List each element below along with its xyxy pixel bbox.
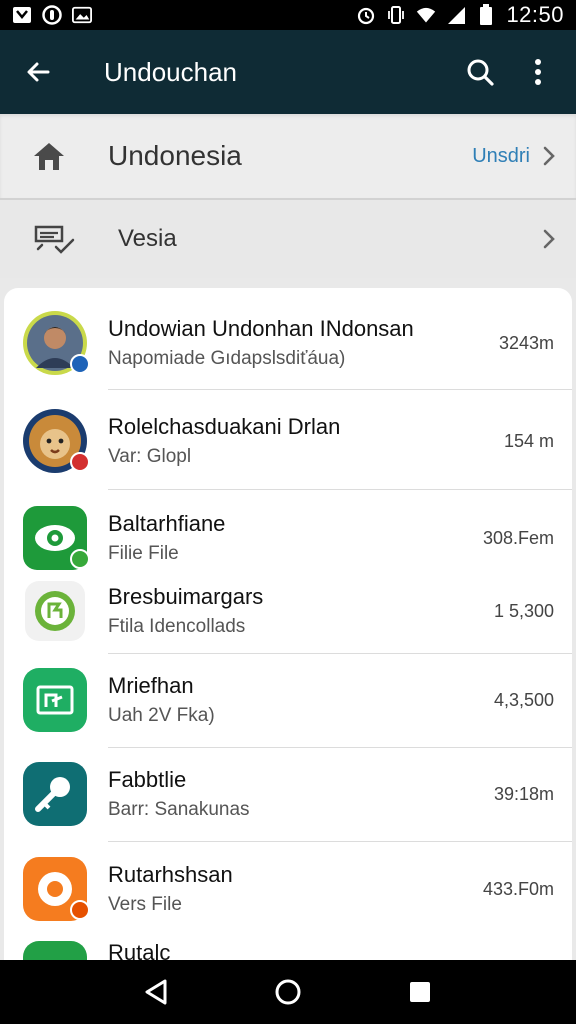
list-item[interactable]: Bresbuimargars Ftila Idencollads 1 5,300 <box>4 572 572 650</box>
leaf-app-icon <box>22 578 88 644</box>
whatsapp-icon <box>42 5 62 25</box>
list-item[interactable]: Rutarhshsan Vers File 433.F0m <box>4 842 572 936</box>
key-app-icon <box>22 761 88 827</box>
back-button[interactable] <box>16 50 60 94</box>
circle-home-icon <box>275 979 301 1005</box>
divider <box>108 489 572 490</box>
item-subtitle: Var: Glopl <box>108 446 192 467</box>
item-title: Rolelchasduakani Drlan <box>108 414 341 439</box>
lion-avatar <box>22 408 90 474</box>
item-title: Baltarhfiane <box>108 511 226 536</box>
image-icon <box>72 5 92 25</box>
battery-icon <box>476 4 496 25</box>
notification-icon <box>12 5 32 25</box>
item-subtitle: Filie File <box>108 543 179 564</box>
list-item[interactable]: Fabbtlie Barr: Sanakunas 39:18m <box>4 748 572 840</box>
item-size: 4,3,500 <box>493 689 554 710</box>
item-size: 308.Fem <box>482 527 554 548</box>
home-icon <box>34 143 64 170</box>
item-subtitle: Uah 2V Fka) <box>108 705 215 726</box>
search-icon <box>467 59 494 86</box>
item-title: Undowian Undonhan INdonsan <box>108 316 414 341</box>
list-item[interactable]: Mriefhan Uah 2V Fka) 4,3,500 <box>4 654 572 746</box>
overflow-menu-button[interactable] <box>516 50 560 94</box>
item-badge <box>70 354 90 374</box>
item-title: Rutarhshsan <box>108 862 233 887</box>
item-subtitle: Barr: Sanakunas <box>108 799 250 820</box>
item-subtitle: Napomiade Gıdapslsdiťáua) <box>108 348 346 369</box>
search-button[interactable] <box>458 50 502 94</box>
item-size: 39:18m <box>493 783 554 804</box>
profile-avatar <box>22 310 90 376</box>
app-list-card: Undowian Undonhan INdonsan Napomiade Gıd… <box>4 288 572 968</box>
alarm-icon <box>356 5 376 25</box>
checklist-icon <box>34 225 75 254</box>
vesia-row-label: Vesia <box>118 225 177 252</box>
item-badge <box>70 452 90 472</box>
item-size: 3243m <box>498 332 554 353</box>
item-size: 433.F0m <box>482 878 554 899</box>
item-size: 154 m <box>503 430 554 451</box>
status-time: 12:50 <box>506 2 564 27</box>
triangle-back-icon <box>145 979 167 1005</box>
list-item[interactable]: Baltarhfiane Filie File 308.Fem <box>4 492 572 584</box>
status-bar: 12:50 <box>0 0 576 30</box>
item-badge <box>70 549 90 569</box>
status-left-icons <box>12 5 92 25</box>
chevron-right-icon <box>543 146 555 166</box>
item-badge <box>70 900 90 920</box>
more-vert-icon <box>535 59 541 85</box>
item-subtitle: Vers File <box>108 894 182 915</box>
vibrate-icon <box>386 5 406 25</box>
storage-row-home[interactable]: Undonesia Unsdri <box>0 114 576 200</box>
signal-icon <box>446 5 466 25</box>
flower-app-icon <box>22 856 90 922</box>
home-row-label: Undonesia <box>108 140 242 171</box>
list-item[interactable]: Undowian Undonhan INdonsan Napomiade Gıd… <box>4 296 572 390</box>
nav-recents-button[interactable] <box>396 968 444 1016</box>
photo-app-icon <box>22 667 88 733</box>
eye-app-icon <box>22 505 90 571</box>
nav-back-button[interactable] <box>132 968 180 1016</box>
item-subtitle: Ftila Idencollads <box>108 616 246 637</box>
nav-home-button[interactable] <box>264 968 312 1016</box>
app-bar-title: Undouchan <box>104 56 237 87</box>
square-recents-icon <box>410 982 430 1002</box>
status-right-icons: 12:50 <box>356 2 564 28</box>
wifi-icon <box>416 5 436 25</box>
item-title: Mriefhan <box>108 673 194 698</box>
chevron-right-icon <box>543 229 555 249</box>
item-title: Bresbuimargars <box>108 584 264 609</box>
item-title: Fabbtlie <box>108 767 187 792</box>
home-row-value: Unsdri <box>472 144 530 167</box>
item-size: 1 5,300 <box>493 600 554 621</box>
divider <box>108 389 572 390</box>
storage-row-vesia[interactable]: Vesia <box>0 200 576 278</box>
app-bar: Undouchan <box>0 30 576 114</box>
arrow-back-icon <box>27 62 50 82</box>
navigation-bar <box>0 960 576 1024</box>
list-item[interactable]: Rolelchasduakani Drlan Var: Glopl 154 m <box>4 392 572 490</box>
